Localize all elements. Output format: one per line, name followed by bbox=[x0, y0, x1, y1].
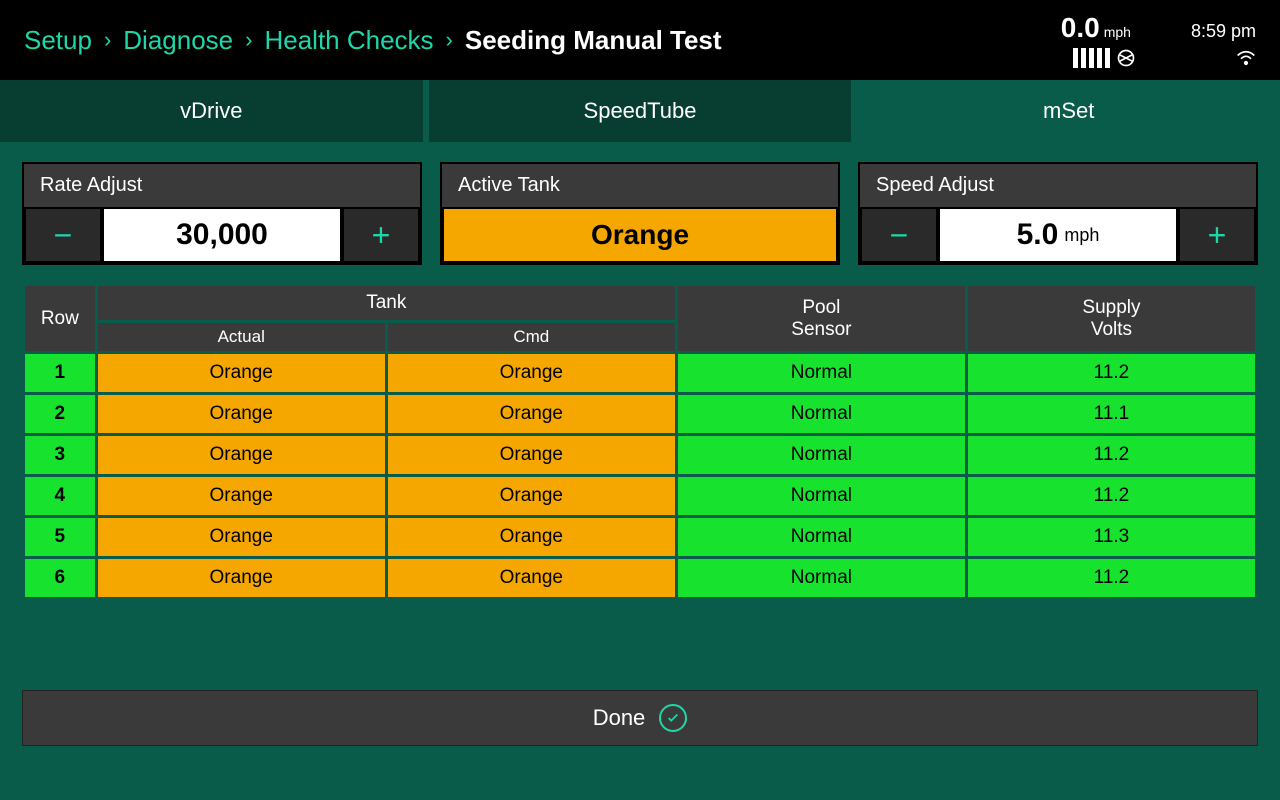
cell-row: 2 bbox=[25, 395, 95, 433]
cell-cmd: Orange bbox=[388, 559, 675, 597]
cell-pool: Normal bbox=[678, 354, 965, 392]
speed-value[interactable]: 5.0mph bbox=[938, 207, 1178, 263]
table-row: 6OrangeOrangeNormal11.2 bbox=[25, 559, 1255, 597]
cell-actual: Orange bbox=[98, 518, 385, 556]
chevron-right-icon: › bbox=[446, 27, 453, 53]
cell-pool: Normal bbox=[678, 559, 965, 597]
rate-adjust-label: Rate Adjust bbox=[24, 164, 420, 207]
signal-bars-icon bbox=[1073, 48, 1110, 68]
table-row: 4OrangeOrangeNormal11.2 bbox=[25, 477, 1255, 515]
data-table: Row Tank Pool Sensor Supply Volts Actual… bbox=[0, 273, 1280, 600]
th-actual: Actual bbox=[98, 323, 385, 351]
controls-row: Rate Adjust − 30,000 + Active Tank Orang… bbox=[0, 142, 1280, 273]
cell-actual: Orange bbox=[98, 395, 385, 433]
active-tank-card: Active Tank Orange bbox=[440, 162, 840, 265]
cell-volts: 11.3 bbox=[968, 518, 1255, 556]
cell-row: 4 bbox=[25, 477, 95, 515]
cell-row: 1 bbox=[25, 354, 95, 392]
active-tank-label: Active Tank bbox=[442, 164, 838, 207]
tab-vdrive[interactable]: vDrive bbox=[0, 80, 423, 142]
top-bar: Setup › Diagnose › Health Checks › Seedi… bbox=[0, 0, 1280, 80]
table-row: 5OrangeOrangeNormal11.3 bbox=[25, 518, 1255, 556]
wifi-icon bbox=[1236, 50, 1256, 66]
status-speed: 0.0mph bbox=[1061, 12, 1131, 44]
table-row: 3OrangeOrangeNormal11.2 bbox=[25, 436, 1255, 474]
chevron-right-icon: › bbox=[104, 27, 111, 53]
speed-adjust-label: Speed Adjust bbox=[860, 164, 1256, 207]
cell-volts: 11.2 bbox=[968, 436, 1255, 474]
cell-actual: Orange bbox=[98, 436, 385, 474]
cell-pool: Normal bbox=[678, 518, 965, 556]
cell-row: 5 bbox=[25, 518, 95, 556]
breadcrumb-health-checks[interactable]: Health Checks bbox=[264, 25, 433, 56]
speed-adjust-card: Speed Adjust − 5.0mph + bbox=[858, 162, 1258, 265]
th-row: Row bbox=[25, 286, 95, 351]
cell-cmd: Orange bbox=[388, 395, 675, 433]
cell-row: 3 bbox=[25, 436, 95, 474]
cell-actual: Orange bbox=[98, 354, 385, 392]
breadcrumb-setup[interactable]: Setup bbox=[24, 25, 92, 56]
tab-mset[interactable]: mSet bbox=[857, 80, 1280, 142]
cell-cmd: Orange bbox=[388, 518, 675, 556]
cell-cmd: Orange bbox=[388, 354, 675, 392]
th-volts: Supply Volts bbox=[968, 286, 1255, 351]
breadcrumb-diagnose[interactable]: Diagnose bbox=[123, 25, 233, 56]
cell-volts: 11.2 bbox=[968, 559, 1255, 597]
speed-increase-button[interactable]: + bbox=[1178, 207, 1256, 263]
check-circle-icon bbox=[659, 704, 687, 732]
cell-volts: 11.2 bbox=[968, 354, 1255, 392]
th-pool: Pool Sensor bbox=[678, 286, 965, 351]
rate-decrease-button[interactable]: − bbox=[24, 207, 102, 263]
breadcrumb: Setup › Diagnose › Health Checks › Seedi… bbox=[24, 25, 722, 56]
speed-stepper: − 5.0mph + bbox=[860, 207, 1256, 263]
cell-volts: 11.2 bbox=[968, 477, 1255, 515]
tab-speedtube[interactable]: SpeedTube bbox=[429, 80, 852, 142]
done-button[interactable]: Done bbox=[22, 690, 1258, 746]
speed-decrease-button[interactable]: − bbox=[860, 207, 938, 263]
status-area: 0.0mph 8:59 pm bbox=[1061, 0, 1256, 80]
cell-row: 6 bbox=[25, 559, 95, 597]
cell-actual: Orange bbox=[98, 559, 385, 597]
rate-value[interactable]: 30,000 bbox=[102, 207, 342, 263]
cell-cmd: Orange bbox=[388, 477, 675, 515]
active-tank-value[interactable]: Orange bbox=[442, 207, 838, 263]
done-label: Done bbox=[593, 705, 646, 731]
cell-pool: Normal bbox=[678, 477, 965, 515]
chevron-right-icon: › bbox=[245, 27, 252, 53]
table-row: 2OrangeOrangeNormal11.1 bbox=[25, 395, 1255, 433]
cell-pool: Normal bbox=[678, 395, 965, 433]
status-time: 8:59 pm bbox=[1191, 21, 1256, 42]
rate-stepper: − 30,000 + bbox=[24, 207, 420, 263]
cell-pool: Normal bbox=[678, 436, 965, 474]
table-row: 1OrangeOrangeNormal11.2 bbox=[25, 354, 1255, 392]
cell-volts: 11.1 bbox=[968, 395, 1255, 433]
tab-bar: vDrive SpeedTube mSet bbox=[0, 80, 1280, 142]
breadcrumb-current: Seeding Manual Test bbox=[465, 25, 722, 56]
th-cmd: Cmd bbox=[388, 323, 675, 351]
rate-increase-button[interactable]: + bbox=[342, 207, 420, 263]
th-tank: Tank bbox=[98, 286, 675, 320]
cell-cmd: Orange bbox=[388, 436, 675, 474]
satellite-icon bbox=[1116, 48, 1136, 68]
cell-actual: Orange bbox=[98, 477, 385, 515]
rate-adjust-card: Rate Adjust − 30,000 + bbox=[22, 162, 422, 265]
